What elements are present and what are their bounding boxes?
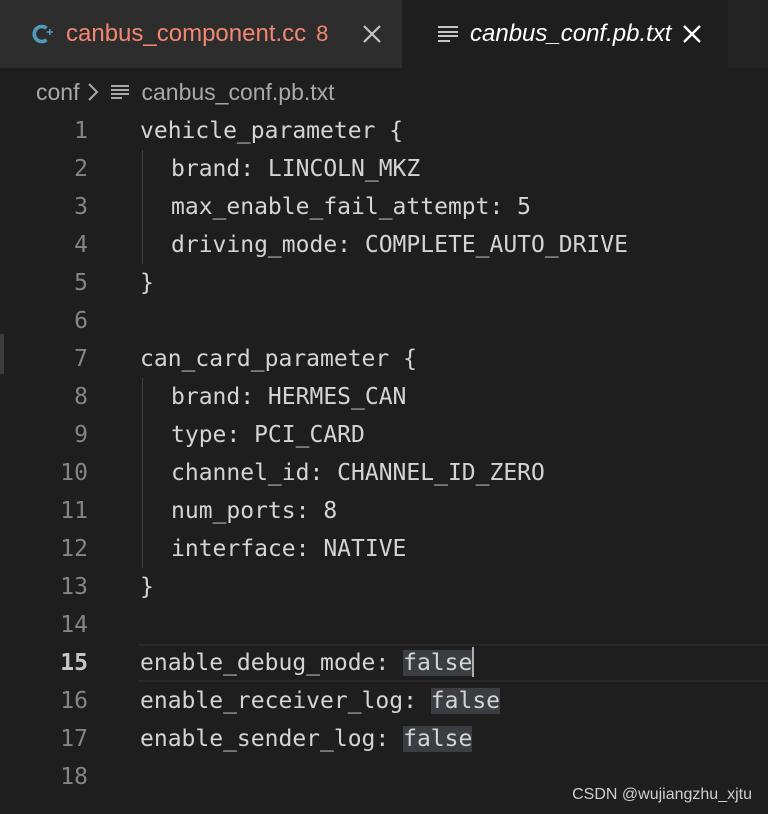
- code-line[interactable]: 17 enable_sender_log: false: [0, 720, 768, 758]
- code-key: enable_receiver_log:: [140, 688, 431, 714]
- code-line[interactable]: 7 can_card_parameter {: [0, 340, 768, 378]
- code-text: vehicle_parameter {: [140, 118, 404, 144]
- line-number: 11: [60, 498, 88, 524]
- line-number: 1: [74, 118, 88, 144]
- code-text: }: [140, 270, 154, 296]
- indent-guide: [142, 378, 143, 416]
- code-line[interactable]: 16 enable_receiver_log: false: [0, 682, 768, 720]
- indent-guide: [142, 530, 143, 568]
- code-key: enable_sender_log:: [140, 726, 404, 752]
- line-number: 12: [60, 536, 88, 562]
- line-number: 4: [74, 232, 88, 258]
- indent-guide: [142, 492, 143, 530]
- close-icon[interactable]: [679, 21, 705, 47]
- code-text: enable_receiver_log: false: [140, 682, 501, 720]
- code-text: }: [140, 574, 154, 600]
- code-text: channel_id: CHANNEL_ID_ZERO: [171, 460, 545, 486]
- code-line[interactable]: 3 max_enable_fail_attempt: 5: [0, 188, 768, 226]
- indent-guide: [142, 416, 143, 454]
- code-line[interactable]: 4 driving_mode: COMPLETE_AUTO_DRIVE: [0, 226, 768, 264]
- line-number: 9: [74, 422, 88, 448]
- code-key: enable_debug_mode:: [140, 650, 404, 676]
- code-text: enable_sender_log: false: [140, 720, 473, 758]
- tab-label: canbus_conf.pb.txt: [470, 20, 672, 47]
- text-cursor: [472, 646, 475, 677]
- indent-guide: [142, 188, 143, 226]
- code-text: interface: NATIVE: [171, 536, 407, 562]
- indent-guide: [142, 226, 143, 264]
- line-number: 3: [74, 194, 88, 220]
- code-text: num_ports: 8: [171, 498, 338, 524]
- line-number: 14: [60, 612, 88, 638]
- breadcrumb: conf canbus_conf.pb.txt: [36, 74, 335, 110]
- text-file-icon: [111, 84, 130, 100]
- code-line[interactable]: 15 enable_debug_mode: false: [0, 644, 768, 682]
- watermark: CSDN @wujiangzhu_xjtu: [572, 786, 752, 803]
- code-editor: canbus_component.cc 8 canbus_conf.pb.txt…: [0, 0, 768, 814]
- code-text: driving_mode: COMPLETE_AUTO_DRIVE: [171, 232, 628, 258]
- line-number: 16: [60, 688, 88, 714]
- code-line[interactable]: 1 vehicle_parameter {: [0, 112, 768, 150]
- line-number: 8: [74, 384, 88, 410]
- code-line[interactable]: 6: [0, 302, 768, 340]
- code-area[interactable]: 1 vehicle_parameter { 2 brand: LINCOLN_MKZ 3…: [0, 112, 768, 796]
- indent-guide: [142, 150, 143, 188]
- code-line[interactable]: 8 brand: HERMES_CAN: [0, 378, 768, 416]
- code-text: max_enable_fail_attempt: 5: [171, 194, 532, 220]
- line-number: 15: [60, 650, 88, 676]
- tab-bar: canbus_component.cc 8 canbus_conf.pb.txt: [0, 0, 768, 68]
- code-line[interactable]: 12 interface: NATIVE: [0, 530, 768, 568]
- line-number: 2: [74, 156, 88, 182]
- line-number: 5: [74, 270, 88, 296]
- code-text: brand: LINCOLN_MKZ: [171, 156, 421, 182]
- line-number: 18: [60, 764, 88, 790]
- code-line[interactable]: 10 channel_id: CHANNEL_ID_ZERO: [0, 454, 768, 492]
- highlighted-value: false: [403, 650, 473, 676]
- line-number: 17: [60, 726, 88, 752]
- line-number: 7: [74, 346, 88, 372]
- code-line[interactable]: 5}: [0, 264, 768, 302]
- text-file-icon: [438, 26, 458, 42]
- close-icon[interactable]: [359, 21, 385, 47]
- code-text: brand: HERMES_CAN: [171, 384, 407, 410]
- code-text: can_card_parameter {: [140, 346, 417, 372]
- line-number: 6: [74, 308, 88, 334]
- code-line[interactable]: 13}: [0, 568, 768, 606]
- code-line[interactable]: 14: [0, 606, 768, 644]
- code-line[interactable]: 11 num_ports: 8: [0, 492, 768, 530]
- highlighted-value: false: [403, 726, 473, 752]
- code-line[interactable]: 2 brand: LINCOLN_MKZ: [0, 150, 768, 188]
- cpp-file-icon: [30, 21, 56, 47]
- tab-label: canbus_component.cc: [66, 20, 307, 47]
- code-text: enable_debug_mode: false: [140, 644, 475, 682]
- line-number: 10: [60, 460, 88, 486]
- highlighted-value: false: [430, 688, 501, 714]
- indent-guide: [142, 454, 143, 492]
- line-number: 13: [60, 574, 88, 600]
- problem-count-badge: 8: [316, 21, 329, 46]
- tab-canbus-conf-pb-txt[interactable]: canbus_conf.pb.txt: [402, 0, 728, 68]
- tab-canbus-component-cc[interactable]: canbus_component.cc 8: [0, 0, 402, 68]
- breadcrumb-folder[interactable]: conf: [36, 79, 79, 106]
- chevron-right-icon: [87, 82, 99, 102]
- breadcrumb-file[interactable]: canbus_conf.pb.txt: [141, 79, 334, 106]
- code-line[interactable]: 9 type: PCI_CARD: [0, 416, 768, 454]
- gutter-scroll-marker: [0, 334, 4, 374]
- code-text: type: PCI_CARD: [171, 422, 365, 448]
